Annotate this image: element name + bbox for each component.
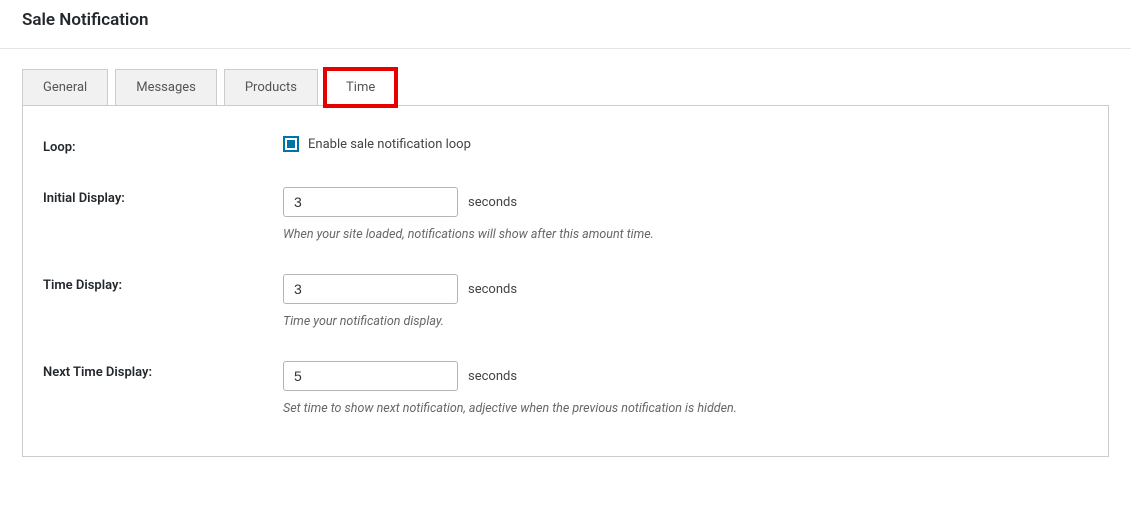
tab-general[interactable]: General (22, 69, 108, 106)
tab-messages[interactable]: Messages (115, 69, 217, 106)
suffix-time-display: seconds (468, 282, 517, 297)
settings-panel: Loop: Enable sale notification loop Init… (22, 105, 1109, 457)
row-next-time-display: Next Time Display: seconds Set time to s… (43, 361, 1088, 416)
tab-bar: General Messages Products Time (22, 69, 1109, 105)
row-initial-display: Initial Display: seconds When your site … (43, 187, 1088, 242)
label-initial-display: Initial Display: (43, 187, 283, 206)
input-next-time-display[interactable] (283, 361, 458, 391)
hint-initial-display: When your site loaded, notifications wil… (283, 227, 1088, 242)
page-title: Sale Notification (0, 0, 1131, 49)
hint-next-time-display: Set time to show next notification, adje… (283, 401, 1088, 416)
tab-products[interactable]: Products (224, 69, 318, 106)
hint-time-display: Time your notification display. (283, 314, 1088, 329)
suffix-initial-display: seconds (468, 195, 517, 210)
row-time-display: Time Display: seconds Time your notifica… (43, 274, 1088, 329)
checkbox-loop[interactable] (283, 136, 299, 152)
label-time-display: Time Display: (43, 274, 283, 293)
tab-time[interactable]: Time (325, 69, 396, 106)
row-loop: Loop: Enable sale notification loop (43, 136, 1088, 155)
settings-content: General Messages Products Time Loop: Ena… (0, 49, 1131, 477)
label-next-time-display: Next Time Display: (43, 361, 283, 380)
input-time-display[interactable] (283, 274, 458, 304)
checkbox-checked-icon (287, 140, 295, 148)
label-loop: Loop: (43, 136, 283, 155)
input-initial-display[interactable] (283, 187, 458, 217)
checkbox-label-loop: Enable sale notification loop (308, 137, 471, 152)
suffix-next-time-display: seconds (468, 369, 517, 384)
